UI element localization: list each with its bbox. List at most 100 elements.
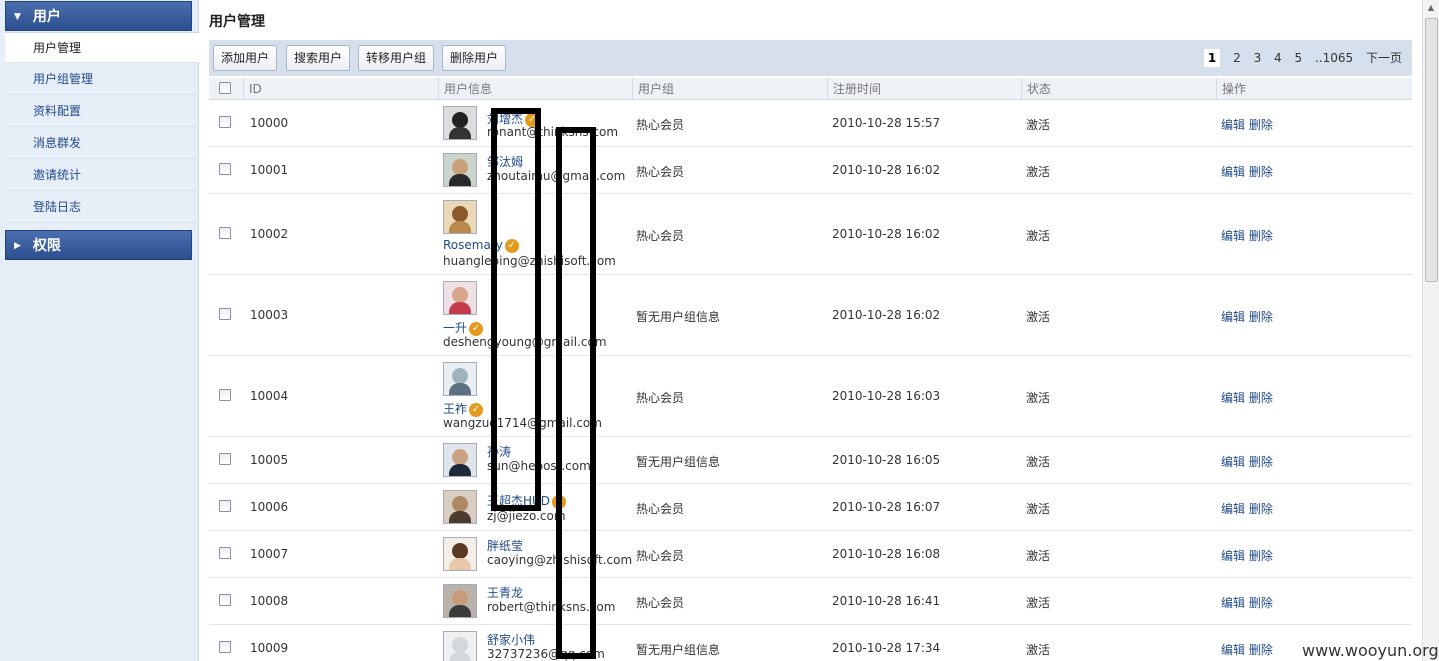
sidebar-item-profile-config[interactable]: 资料配置	[5, 96, 199, 127]
column-header-reg-time: 注册时间	[827, 78, 881, 100]
row-actions: 编辑 删除	[1221, 453, 1273, 470]
user-name: 舒家小伟	[487, 633, 536, 647]
page-link[interactable]: 2	[1233, 51, 1241, 65]
delete-link[interactable]: 删除	[1249, 118, 1273, 132]
edit-link[interactable]: 编辑	[1221, 596, 1245, 610]
column-header-group: 用户组	[632, 78, 674, 100]
sidebar-item-invite-stats[interactable]: 邀请统计	[5, 160, 199, 191]
caret-right-icon: ▶	[14, 241, 21, 251]
reg-time: 2010-10-28 16:03	[832, 389, 941, 403]
user-group: 热心会员	[636, 596, 685, 610]
row-actions: 编辑 删除	[1221, 163, 1273, 180]
delete-link[interactable]: 删除	[1249, 455, 1273, 469]
user-id: 10002	[250, 227, 289, 241]
edit-link[interactable]: 编辑	[1221, 455, 1245, 469]
user-name-link[interactable]: 王祚 ✓	[443, 400, 484, 417]
user-id: 10005	[250, 453, 289, 467]
sidebar-item-login-log[interactable]: 登陆日志	[5, 192, 199, 223]
user-name-link[interactable]: 胖纸莹	[487, 537, 523, 554]
sidebar-item-user-management[interactable]: 用户管理	[5, 32, 199, 63]
reg-time: 2010-10-28 17:34	[832, 641, 941, 655]
user-id: 10004	[250, 389, 289, 403]
delete-link[interactable]: 删除	[1249, 165, 1273, 179]
verified-badge-icon: ✓	[469, 402, 484, 417]
edit-link[interactable]: 编辑	[1221, 549, 1245, 563]
edit-link[interactable]: 编辑	[1221, 118, 1245, 132]
reg-time: 2010-10-28 16:41	[832, 594, 941, 608]
user-group: 热心会员	[636, 391, 685, 405]
user-id: 10001	[250, 163, 289, 177]
delete-link[interactable]: 删除	[1249, 502, 1273, 516]
page-link[interactable]: 3	[1254, 51, 1262, 65]
vertical-scrollbar[interactable]: ▲	[1422, 0, 1439, 661]
avatar	[443, 362, 477, 396]
status-text: 激活	[1026, 229, 1051, 243]
column-header-user-info: 用户信息	[438, 78, 492, 100]
watermark: www.wooyun.org	[1302, 641, 1439, 660]
delete-link[interactable]: 删除	[1249, 391, 1273, 405]
select-all-checkbox[interactable]	[219, 82, 231, 94]
arrow-up-icon[interactable]: ▲	[1423, 0, 1439, 16]
row-checkbox[interactable]	[219, 547, 231, 559]
status-text: 激活	[1026, 596, 1051, 610]
row-checkbox[interactable]	[219, 227, 231, 239]
page-title: 用户管理	[209, 14, 265, 30]
edit-link[interactable]: 编辑	[1221, 643, 1245, 657]
row-checkbox[interactable]	[219, 641, 231, 653]
edit-link[interactable]: 编辑	[1221, 310, 1245, 324]
user-name-link[interactable]: 舒家小伟	[487, 631, 535, 648]
delete-link[interactable]: 删除	[1249, 596, 1273, 610]
user-name-link[interactable]: 一升 ✓	[443, 319, 484, 336]
reg-time: 2010-10-28 16:02	[832, 308, 941, 322]
delete-link[interactable]: 删除	[1249, 549, 1273, 563]
row-checkbox[interactable]	[219, 389, 231, 401]
avatar	[443, 490, 477, 524]
row-checkbox[interactable]	[219, 500, 231, 512]
row-checkbox[interactable]	[219, 163, 231, 175]
user-name-link[interactable]: 王青龙	[487, 584, 523, 601]
status-text: 激活	[1026, 391, 1051, 405]
row-checkbox[interactable]	[219, 453, 231, 465]
user-group: 暂无用户组信息	[636, 310, 721, 324]
reg-time: 2010-10-28 16:02	[832, 163, 941, 177]
edit-link[interactable]: 编辑	[1221, 165, 1245, 179]
reg-time: 2010-10-28 16:07	[832, 500, 941, 514]
table-row: 10003 一升 ✓ deshengyoung@gmail.com 暂无用户组信息…	[209, 275, 1412, 356]
delete-link[interactable]: 删除	[1249, 229, 1273, 243]
row-checkbox[interactable]	[219, 116, 231, 128]
page-link[interactable]: 4	[1274, 51, 1282, 65]
verified-badge-icon: ✓	[469, 321, 484, 336]
edit-link[interactable]: 编辑	[1221, 229, 1245, 243]
user-id: 10007	[250, 547, 289, 561]
status-text: 激活	[1026, 118, 1051, 132]
page-link-last[interactable]: ..1065	[1315, 51, 1353, 65]
sidebar-section-permissions[interactable]: ▶ 权限	[5, 230, 192, 260]
page-link-current[interactable]: 1	[1203, 49, 1221, 67]
edit-link[interactable]: 编辑	[1221, 502, 1245, 516]
next-page-link[interactable]: 下一页	[1366, 51, 1402, 65]
row-checkbox[interactable]	[219, 594, 231, 606]
avatar	[443, 537, 477, 571]
delete-user-button[interactable]: 删除用户	[442, 45, 507, 71]
sidebar-item-mass-message[interactable]: 消息群发	[5, 128, 199, 159]
reg-time: 2010-10-28 16:08	[832, 547, 941, 561]
user-group: 暂无用户组信息	[636, 455, 721, 469]
user-name: 王青龙	[487, 586, 524, 600]
edit-link[interactable]: 编辑	[1221, 391, 1245, 405]
sidebar-item-group-management[interactable]: 用户组管理	[5, 64, 199, 95]
page-link[interactable]: 5	[1295, 51, 1303, 65]
search-user-button[interactable]: 搜索用户	[286, 45, 351, 71]
move-user-group-button[interactable]: 转移用户组	[358, 45, 435, 71]
scrollbar-thumb[interactable]	[1425, 18, 1438, 282]
delete-link[interactable]: 删除	[1249, 643, 1273, 657]
delete-link[interactable]: 删除	[1249, 310, 1273, 324]
row-actions: 编辑 删除	[1221, 308, 1273, 325]
avatar	[443, 106, 477, 140]
sidebar-section-users[interactable]: ▼ 用户	[5, 1, 192, 31]
reg-time: 2010-10-28 16:02	[832, 227, 941, 241]
toolbar: 添加用户 搜索用户 转移用户组 删除用户 1 2 3 4 5 ..1065 下一…	[209, 40, 1412, 76]
table-row: 10000 刘增杰 ✓ ronant@thinksns.com 热心会员 2010…	[209, 100, 1412, 147]
user-name: 王祚	[443, 402, 468, 416]
row-checkbox[interactable]	[219, 308, 231, 320]
add-user-button[interactable]: 添加用户	[213, 45, 278, 71]
